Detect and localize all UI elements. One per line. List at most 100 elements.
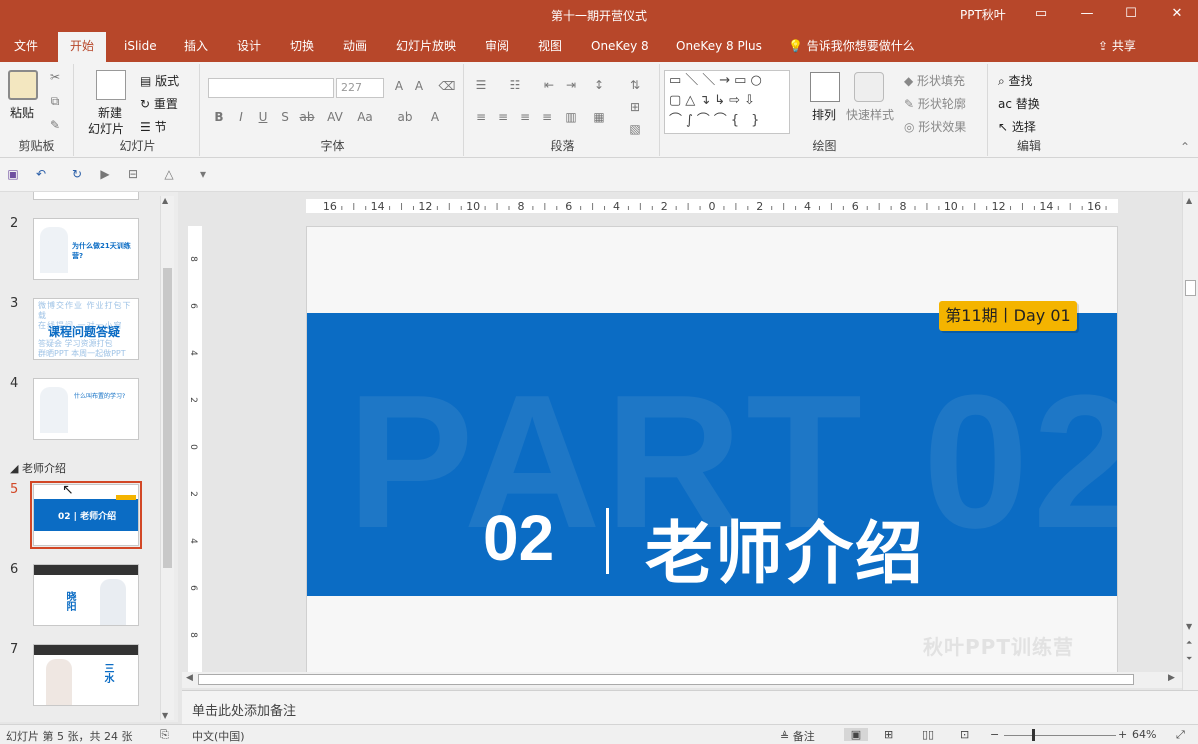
quick-styles-button[interactable]: 快速样式 — [846, 106, 894, 123]
smartart-icon[interactable]: ▧ — [626, 122, 644, 136]
tab-view[interactable]: 视图 — [538, 30, 562, 62]
arrange-button[interactable]: 排列 — [812, 106, 836, 123]
notes-placeholder[interactable]: 单击此处添加备注 — [192, 700, 296, 719]
editor-vertical-scrollbar[interactable]: ▲ ▼ ⏶ ⏷ — [1182, 192, 1198, 722]
replace-button[interactable]: ac 替换 — [998, 95, 1040, 112]
tab-file[interactable]: 文件 — [14, 30, 38, 62]
slide-thumb-2[interactable]: 为什么做21天训练营? — [33, 218, 139, 280]
scroll-up-icon[interactable]: ▲ — [1186, 196, 1192, 205]
save-icon[interactable]: ▣ — [4, 167, 22, 181]
char-spacing-icon[interactable]: AV — [326, 110, 344, 124]
scroll-down-icon[interactable]: ▼ — [162, 711, 168, 720]
line-spacing-icon[interactable]: ↕ — [590, 78, 608, 92]
tab-animations[interactable]: 动画 — [343, 30, 367, 62]
decrease-font-icon[interactable]: A — [410, 79, 428, 93]
slide-sorter-icon[interactable]: ⊞ — [884, 728, 893, 741]
normal-view-icon[interactable]: ▣ — [844, 728, 868, 741]
strikethrough-icon[interactable]: ab — [298, 110, 316, 124]
language-indicator[interactable]: 中文(中国) — [192, 728, 245, 744]
shape-effects-button[interactable]: ◎ 形状效果 — [904, 118, 966, 135]
change-case-icon[interactable]: Aa — [356, 110, 374, 124]
bullets-icon[interactable]: ☰ — [472, 78, 490, 92]
tab-home[interactable]: 开始 — [58, 32, 107, 62]
section-number[interactable]: 02 — [483, 501, 554, 575]
scroll-thumb[interactable] — [198, 674, 1134, 685]
layout-button[interactable]: ▤ 版式 — [140, 72, 179, 89]
arrange-icon[interactable] — [810, 72, 840, 102]
distributed-icon[interactable]: ▥ — [562, 110, 580, 124]
user-name[interactable]: PPT秋叶 — [960, 6, 1006, 23]
previous-slide-icon[interactable]: ⏶ — [1186, 638, 1192, 648]
find-button[interactable]: ⌕ 查找 — [998, 72, 1033, 89]
columns-icon[interactable]: ▦ — [590, 110, 608, 124]
font-name-combo[interactable] — [208, 78, 334, 98]
slideshow-icon[interactable]: ⊡ — [960, 728, 969, 741]
align-text-icon[interactable]: ⊞ — [626, 100, 644, 114]
justify-icon[interactable]: ≡ — [538, 110, 556, 124]
scroll-right-icon[interactable]: ▶ — [1168, 673, 1175, 683]
slide-thumb-1-partial[interactable] — [33, 192, 139, 200]
paste-button[interactable]: 粘贴 — [10, 104, 34, 121]
horizontal-ruler[interactable]: 16 14 12 10 8 6 4 2 0 2 4 6 8 10 12 14 16 — [306, 199, 1118, 213]
zoom-in-icon[interactable]: + — [1118, 728, 1127, 741]
copy-icon[interactable]: ⧉ — [46, 94, 64, 109]
shape-tools-icon[interactable]: △ — [160, 167, 178, 181]
shadow-icon[interactable]: S — [276, 110, 294, 124]
shape-fill-button[interactable]: ◆ 形状填充 — [904, 72, 965, 89]
tab-review[interactable]: 审阅 — [485, 30, 509, 62]
italic-icon[interactable]: I — [232, 110, 250, 124]
new-slide-label-1[interactable]: 新建 — [98, 104, 122, 121]
increase-font-icon[interactable]: A — [390, 79, 408, 93]
bold-icon[interactable]: B — [210, 110, 228, 124]
minimize-icon[interactable]: — — [1076, 4, 1098, 24]
close-icon[interactable]: ✕ — [1166, 4, 1188, 24]
zoom-slider-handle[interactable] — [1032, 729, 1035, 741]
scroll-left-icon[interactable]: ◀ — [186, 673, 193, 683]
paste-icon[interactable] — [8, 70, 38, 100]
scroll-thumb[interactable] — [163, 268, 172, 568]
increase-indent-icon[interactable]: ⇥ — [562, 78, 580, 92]
editor-horizontal-scrollbar[interactable]: ◀ ▶ — [182, 672, 1182, 688]
scroll-up-icon[interactable]: ▲ — [162, 196, 168, 205]
numbering-icon[interactable]: ☷ — [506, 78, 524, 92]
slide-thumb-5[interactable]: 02 | 老师介绍 — [30, 481, 142, 549]
section-title[interactable]: 老师介绍 — [645, 498, 925, 597]
ribbon-display-icon[interactable]: ▭ — [1030, 4, 1052, 24]
reset-button[interactable]: ↻ 重置 — [140, 95, 178, 112]
redo-icon[interactable]: ↻ — [68, 167, 86, 181]
tab-islide[interactable]: iSlide — [124, 30, 157, 62]
slide-thumb-3[interactable]: 微博交作业 作业打包下载 在线提问 一对一小窗 课程问题答疑 答疑会 学习资源打包… — [33, 298, 139, 360]
customize-qat-icon[interactable]: ▾ — [194, 167, 212, 181]
highlight-icon[interactable]: ab — [396, 110, 414, 124]
vertical-ruler[interactable]: 8 6 4 2 0 2 4 6 8 — [188, 226, 202, 672]
slide-thumb-6[interactable]: 晓阳 — [33, 564, 139, 626]
maximize-icon[interactable]: ☐ — [1120, 4, 1142, 24]
align-center-icon[interactable]: ≡ — [494, 110, 512, 124]
slide-thumb-4[interactable]: 什么叫布置的学习? — [33, 378, 139, 440]
scroll-down-icon[interactable]: ▼ — [1186, 622, 1192, 631]
current-slide[interactable]: PART 02 02 老师介绍 第11期丨Day 01 秋叶PPT训练营 — [306, 226, 1118, 672]
notes-pane[interactable]: 单击此处添加备注 — [182, 690, 1198, 724]
decrease-indent-icon[interactable]: ⇤ — [540, 78, 558, 92]
notes-toggle[interactable]: ≜ 备注 — [780, 728, 815, 744]
tab-onekey8plus[interactable]: OneKey 8 Plus — [676, 30, 762, 62]
tell-me-box[interactable]: 💡 告诉我你想要做什么 — [788, 30, 915, 62]
zoom-slider[interactable] — [1004, 735, 1116, 736]
underline-icon[interactable]: U — [254, 110, 272, 124]
format-painter-icon[interactable]: ✎ — [46, 118, 64, 132]
collapse-ribbon-icon[interactable]: ⌃ — [1176, 140, 1194, 154]
thumbnail-scrollbar[interactable]: ▲ ▼ — [160, 196, 174, 720]
shapes-gallery[interactable]: ▭＼＼→▭○ ▢△↴↳⇨⇩ ⌒∫⌒⌒{ } — [664, 70, 790, 134]
new-slide-label-2[interactable]: 幻灯片 — [88, 120, 124, 137]
align-icon[interactable]: ⊟ — [124, 167, 142, 181]
new-slide-icon[interactable] — [96, 70, 126, 100]
font-color-icon[interactable]: A — [426, 110, 444, 124]
align-left-icon[interactable]: ≡ — [472, 110, 490, 124]
tab-onekey8[interactable]: OneKey 8 — [591, 30, 649, 62]
align-right-icon[interactable]: ≡ — [516, 110, 534, 124]
section-header[interactable]: ◢ 老师介绍 — [10, 460, 66, 476]
fit-slide-icon[interactable]: ⤢ — [1176, 728, 1185, 742]
zoom-level[interactable]: 64% — [1132, 728, 1156, 741]
session-badge[interactable]: 第11期丨Day 01 — [939, 301, 1077, 331]
shape-outline-button[interactable]: ✎ 形状轮廓 — [904, 95, 966, 112]
